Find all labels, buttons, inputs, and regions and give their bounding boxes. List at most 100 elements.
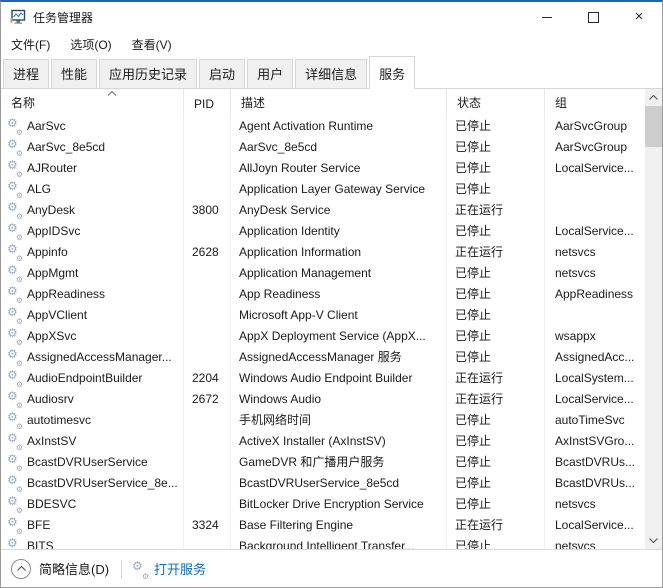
tab-bar: 进程 性能 应用历史记录 启动 用户 详细信息 服务 <box>1 56 662 89</box>
table-row[interactable]: ⚙⚙ AppIDSvc Application Identity 已停止 Loc… <box>1 220 645 241</box>
table-body: ⚙⚙ AarSvc Agent Activation Runtime 已停止 A… <box>1 115 645 549</box>
scrollbar-thumb[interactable] <box>645 106 662 147</box>
table-row[interactable]: ⚙⚙ BDESVC BitLocker Drive Encryption Ser… <box>1 493 645 514</box>
gear-icon: ⚙⚙ <box>132 561 148 577</box>
cell-pid <box>184 346 231 367</box>
table-row[interactable]: ⚙⚙ AppXSvc AppX Deployment Service (AppX… <box>1 325 645 346</box>
table-row[interactable]: ⚙⚙ AnyDesk 3800 AnyDesk Service 正在运行 <box>1 199 645 220</box>
minimize-button[interactable] <box>524 2 570 32</box>
tab-performance[interactable]: 性能 <box>51 59 97 88</box>
cell-status: 正在运行 <box>447 241 545 262</box>
cell-pid: 2628 <box>184 241 231 262</box>
table-row[interactable]: ⚙⚙ AarSvc_8e5cd AarSvc_8e5cd 已停止 AarSvcG… <box>1 136 645 157</box>
cell-description: Windows Audio Endpoint Builder <box>231 367 447 388</box>
cell-group: LocalSystem... <box>545 367 645 388</box>
service-gear-icon: ⚙⚙ <box>7 307 22 322</box>
close-button[interactable]: × <box>616 2 662 32</box>
service-gear-icon: ⚙⚙ <box>7 496 22 511</box>
cell-status: 已停止 <box>447 304 545 325</box>
services-table: 名称 PID 描述 状态 组 ⚙⚙ AarSvc Agent Activatio… <box>1 89 645 549</box>
cell-group: LocalService... <box>545 220 645 241</box>
table-row[interactable]: ⚙⚙ BITS Background Intelligent Transfer.… <box>1 535 645 549</box>
table-row[interactable]: ⚙⚙ BcastDVRUserService GameDVR 和广播用户服务 已… <box>1 451 645 472</box>
cell-name: ⚙⚙ AudioEndpointBuilder <box>1 367 184 388</box>
scrollbar-down-icon <box>649 538 658 543</box>
cell-group: wsappx <box>545 325 645 346</box>
table-row[interactable]: ⚙⚙ ALG Application Layer Gateway Service… <box>1 178 645 199</box>
cell-pid <box>184 472 231 493</box>
cell-name: ⚙⚙ AppReadiness <box>1 283 184 304</box>
title-bar: 任务管理器 × <box>1 2 662 32</box>
service-gear-icon: ⚙⚙ <box>7 139 22 154</box>
tab-services[interactable]: 服务 <box>369 56 415 89</box>
cell-group <box>545 304 645 325</box>
cell-name: ⚙⚙ Audiosrv <box>1 388 184 409</box>
minimize-icon <box>542 17 552 18</box>
cell-status: 已停止 <box>447 325 545 346</box>
cell-group: AxInstSVGro... <box>545 430 645 451</box>
service-gear-icon: ⚙⚙ <box>7 475 22 490</box>
cell-pid <box>184 430 231 451</box>
service-gear-icon: ⚙⚙ <box>7 328 22 343</box>
table-row[interactable]: ⚙⚙ AppReadiness App Readiness 已停止 AppRea… <box>1 283 645 304</box>
fewer-details-toggle[interactable]: 简略信息(D) <box>11 559 109 579</box>
table-row[interactable]: ⚙⚙ AJRouter AllJoyn Router Service 已停止 L… <box>1 157 645 178</box>
table-row[interactable]: ⚙⚙ AudioEndpointBuilder 2204 Windows Aud… <box>1 367 645 388</box>
cell-status: 已停止 <box>447 451 545 472</box>
table-row[interactable]: ⚙⚙ BFE 3324 Base Filtering Engine 正在运行 L… <box>1 514 645 535</box>
table-row[interactable]: ⚙⚙ BcastDVRUserService_8e... BcastDVRUse… <box>1 472 645 493</box>
task-manager-window: 任务管理器 × 文件(F) 选项(O) 查看(V) 进程 性能 应用历史记录 启… <box>0 0 663 588</box>
cell-status: 正在运行 <box>447 199 545 220</box>
table-row[interactable]: ⚙⚙ autotimesvc 手机网络时间 已停止 autoTimeSvc <box>1 409 645 430</box>
cell-description: Windows Audio <box>231 388 447 409</box>
tab-startup[interactable]: 启动 <box>199 59 245 88</box>
scrollbar-up-button[interactable] <box>645 89 662 106</box>
service-gear-icon: ⚙⚙ <box>7 265 22 280</box>
scrollbar-down-button[interactable] <box>645 532 662 549</box>
cell-group: AarSvcGroup <box>545 115 645 136</box>
menu-options[interactable]: 选项(O) <box>70 36 111 53</box>
column-header-description[interactable]: 描述 <box>231 89 447 115</box>
cell-pid: 2672 <box>184 388 231 409</box>
service-gear-icon: ⚙⚙ <box>7 160 22 175</box>
vertical-scrollbar[interactable] <box>645 89 662 549</box>
service-gear-icon: ⚙⚙ <box>7 181 22 196</box>
maximize-button[interactable] <box>570 2 616 32</box>
service-gear-icon: ⚙⚙ <box>7 517 22 532</box>
service-gear-icon: ⚙⚙ <box>7 412 22 427</box>
cell-name: ⚙⚙ AssignedAccessManager... <box>1 346 184 367</box>
cell-status: 已停止 <box>447 472 545 493</box>
column-header-name[interactable]: 名称 <box>1 89 184 115</box>
cell-description: Base Filtering Engine <box>231 514 447 535</box>
tab-processes[interactable]: 进程 <box>3 59 49 88</box>
cell-name: ⚙⚙ AppVClient <box>1 304 184 325</box>
open-services-label: 打开服务 <box>154 559 206 578</box>
table-row[interactable]: ⚙⚙ Audiosrv 2672 Windows Audio 正在运行 Loca… <box>1 388 645 409</box>
tab-users[interactable]: 用户 <box>247 59 293 88</box>
cell-group: netsvcs <box>545 241 645 262</box>
column-header-pid[interactable]: PID <box>184 89 231 115</box>
cell-description: AnyDesk Service <box>231 199 447 220</box>
cell-name: ⚙⚙ AJRouter <box>1 157 184 178</box>
table-row[interactable]: ⚙⚙ AarSvc Agent Activation Runtime 已停止 A… <box>1 115 645 136</box>
column-header-group[interactable]: 组 <box>545 89 645 115</box>
cell-description: Background Intelligent Transfer... <box>231 535 447 549</box>
cell-name: ⚙⚙ BcastDVRUserService <box>1 451 184 472</box>
table-row[interactable]: ⚙⚙ AppMgmt Application Management 已停止 ne… <box>1 262 645 283</box>
cell-status: 已停止 <box>447 262 545 283</box>
table-row[interactable]: ⚙⚙ AxInstSV ActiveX Installer (AxInstSV)… <box>1 430 645 451</box>
open-services-link[interactable]: ⚙⚙ 打开服务 <box>132 559 206 578</box>
cell-name: ⚙⚙ ALG <box>1 178 184 199</box>
column-header-status[interactable]: 状态 <box>447 89 545 115</box>
cell-group: BcastDVRUs... <box>545 451 645 472</box>
table-row[interactable]: ⚙⚙ Appinfo 2628 Application Information … <box>1 241 645 262</box>
tab-app-history[interactable]: 应用历史记录 <box>99 59 197 88</box>
tab-details[interactable]: 详细信息 <box>295 59 367 88</box>
menu-view[interactable]: 查看(V) <box>132 36 172 53</box>
service-gear-icon: ⚙⚙ <box>7 370 22 385</box>
table-row[interactable]: ⚙⚙ AssignedAccessManager... AssignedAcce… <box>1 346 645 367</box>
cell-description: 手机网络时间 <box>231 409 447 430</box>
table-row[interactable]: ⚙⚙ AppVClient Microsoft App-V Client 已停止 <box>1 304 645 325</box>
cell-group: netsvcs <box>545 493 645 514</box>
menu-file[interactable]: 文件(F) <box>11 36 50 53</box>
